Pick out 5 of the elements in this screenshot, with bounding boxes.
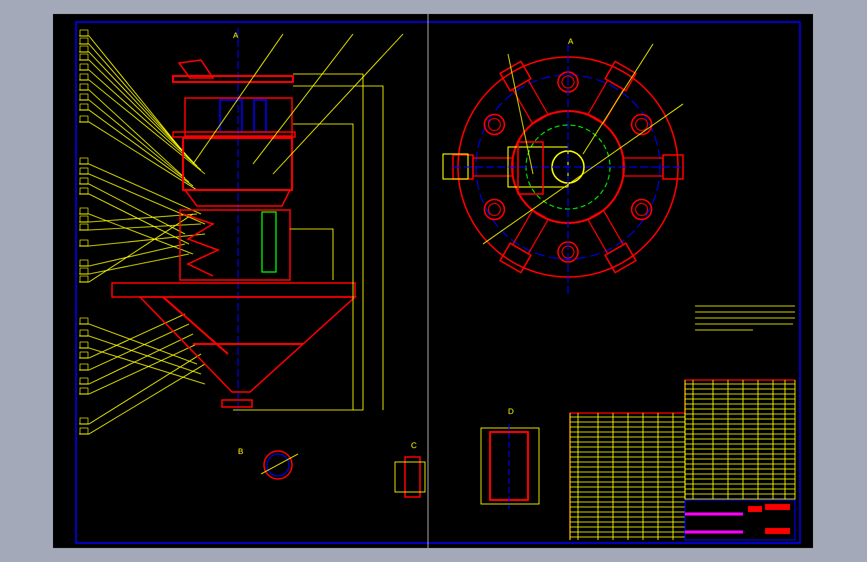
section-label: D — [508, 407, 514, 416]
section-label: A — [568, 37, 574, 46]
section-label: C — [411, 441, 417, 450]
section-label: B — [238, 447, 244, 456]
section-label: A — [233, 31, 238, 40]
